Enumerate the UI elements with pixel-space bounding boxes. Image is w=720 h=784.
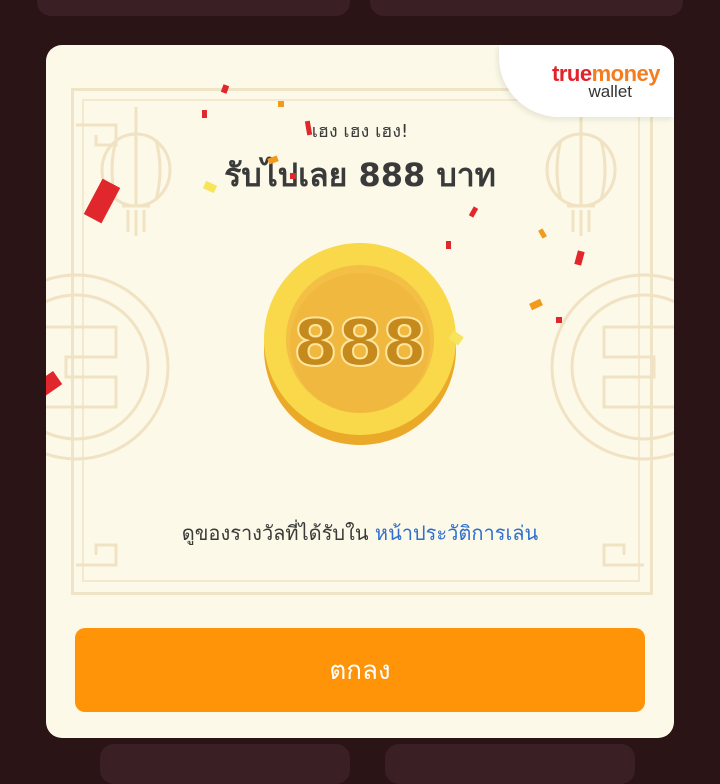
history-link[interactable]: หน้าประวัติการเล่น: [375, 521, 538, 545]
confetti: [290, 173, 296, 179]
background-card: [385, 744, 635, 784]
confetti: [278, 101, 284, 107]
coin-icon: 888: [262, 241, 458, 446]
reward-dialog: truemoney wallet เฮง เฮง เฮง! รับไปเลย 8…: [46, 45, 674, 738]
confetti: [202, 110, 207, 118]
background-card: [370, 0, 683, 16]
reward-subtitle: เฮง เฮง เฮง!: [311, 121, 409, 142]
background-card: [37, 0, 350, 16]
coin-value: 888: [293, 307, 427, 381]
confetti: [446, 241, 451, 249]
ok-button[interactable]: ตกลง: [75, 628, 645, 712]
confetti: [556, 317, 562, 323]
brand-wallet-text: wallet: [588, 82, 632, 101]
background-card: [100, 744, 350, 784]
truemoney-logo: truemoney wallet: [499, 45, 674, 117]
history-info-text: ดูของรางวัลที่ได้รับใน: [181, 521, 375, 545]
reward-title: รับไปเลย 888 บาท: [224, 156, 496, 194]
history-info: ดูของรางวัลที่ได้รับใน หน้าประวัติการเล่…: [46, 517, 674, 549]
brand-true-text: true: [552, 61, 592, 86]
